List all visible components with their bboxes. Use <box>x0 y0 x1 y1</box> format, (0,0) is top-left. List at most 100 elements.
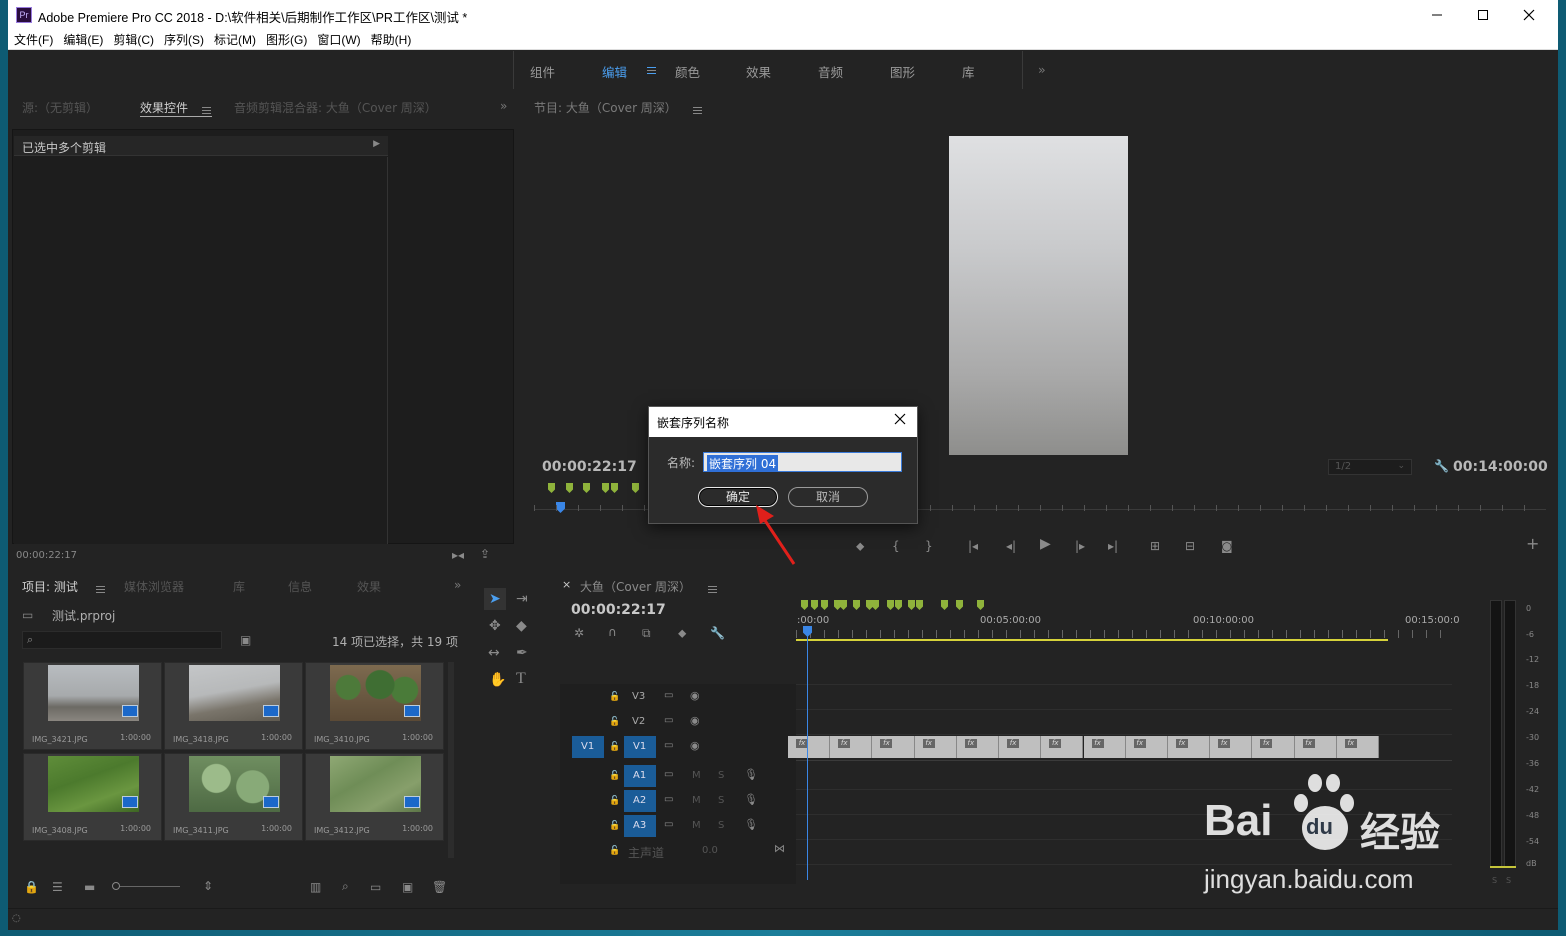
track-target-a2[interactable]: A2 <box>624 790 656 812</box>
timeline-clip[interactable]: fx <box>1336 736 1379 758</box>
mute-button[interactable]: M <box>692 820 701 831</box>
solo-button[interactable]: S <box>718 770 724 781</box>
track-lock-icon[interactable]: 🔓 <box>609 740 620 754</box>
project-item[interactable]: IMG_3411.JPG 1:00:00 <box>164 753 303 841</box>
sequence-marker[interactable] <box>895 600 902 610</box>
mark-out-icon[interactable]: } <box>925 539 933 553</box>
icon-view-icon[interactable]: ▬ <box>84 880 95 894</box>
expand-arrow-icon[interactable]: ▶ <box>373 139 380 149</box>
sequence-marker[interactable] <box>866 600 873 610</box>
marker[interactable] <box>583 483 590 493</box>
menu-help[interactable]: 帮助(H) <box>365 30 416 50</box>
new-bin-icon[interactable]: ▭ <box>370 880 381 894</box>
solo-button[interactable]: S <box>718 795 724 806</box>
microphone-icon[interactable]: 🎙 <box>744 793 758 807</box>
track-target-v1[interactable]: V1 <box>624 736 656 758</box>
workspace-overflow-button[interactable]: » <box>1038 62 1046 77</box>
project-scrollbar[interactable] <box>448 662 454 858</box>
timeline-timecode[interactable]: 00:00:22:17 <box>571 602 666 618</box>
timeline-clip[interactable]: fx <box>999 736 1042 758</box>
add-button-icon[interactable]: + <box>1526 536 1539 552</box>
timeline-clip[interactable]: fx <box>914 736 957 758</box>
tab-effect-controls[interactable]: 效果控件 <box>140 99 188 116</box>
tab-info[interactable]: 信息 <box>288 578 312 595</box>
add-marker-icon[interactable]: ⬥ <box>678 626 686 640</box>
microphone-icon[interactable]: 🎙 <box>744 768 758 782</box>
razor-tool-icon[interactable]: ◆ <box>516 618 527 634</box>
panel-menu-icon[interactable] <box>688 103 702 117</box>
lift-icon[interactable]: ⊞ <box>1150 539 1160 553</box>
workspace-tab-audio[interactable]: 音频 <box>818 62 843 81</box>
tab-source[interactable]: 源:（无剪辑） <box>22 99 98 116</box>
sequence-marker[interactable] <box>840 600 847 610</box>
tab-libraries[interactable]: 库 <box>233 578 245 595</box>
lock-icon[interactable]: 🔒 <box>24 880 39 894</box>
sequence-tab[interactable]: 大鱼（Cover 周深） <box>580 578 691 595</box>
zoom-slider[interactable] <box>114 886 180 887</box>
marker[interactable] <box>548 483 555 493</box>
marker[interactable] <box>602 483 609 493</box>
eye-icon[interactable]: ◉ <box>690 714 700 728</box>
workspace-menu-icon[interactable] <box>642 63 656 77</box>
menu-marker[interactable]: 标记(M) <box>208 30 260 50</box>
track-lock-icon[interactable]: 🔓 <box>609 690 620 704</box>
track-select-tool-icon[interactable]: ⇥ <box>516 591 528 607</box>
program-current-timecode[interactable]: 00:00:22:17 <box>542 459 637 475</box>
go-to-out-icon[interactable]: ▸| <box>1108 539 1118 553</box>
project-item[interactable]: IMG_3412.JPG 1:00:00 <box>305 753 444 841</box>
project-item[interactable]: IMG_3421.JPG 1:00:00 <box>23 662 162 750</box>
play-icon[interactable]: ▶ <box>1040 537 1051 551</box>
mute-button[interactable]: M <box>692 770 701 781</box>
sequence-marker[interactable] <box>801 600 808 610</box>
eye-icon[interactable]: ◉ <box>690 739 700 753</box>
track-label-v3[interactable]: V3 <box>632 691 645 702</box>
menu-edit[interactable]: 编辑(E) <box>57 30 107 50</box>
workspace-tab-editing[interactable]: 编辑 <box>602 62 627 81</box>
tab-project[interactable]: 项目: 测试 <box>22 578 78 595</box>
sequence-marker[interactable] <box>811 600 818 610</box>
track-lock-icon[interactable]: 🔓 <box>609 794 620 808</box>
sort-icon[interactable]: ⇕ <box>203 879 213 893</box>
audio-keyframe-toggle-icon[interactable]: ⋈ <box>774 842 785 856</box>
slip-tool-icon[interactable]: ↔ <box>488 645 500 661</box>
track-lock-icon[interactable]: 🔓 <box>609 715 620 729</box>
sequence-marker[interactable] <box>956 600 963 610</box>
mark-in-icon[interactable]: { <box>892 539 900 553</box>
timeline-settings-wrench-icon[interactable]: 🔧 <box>710 626 725 640</box>
workspace-tab-graphics[interactable]: 图形 <box>890 62 915 81</box>
selection-tool-icon[interactable]: ➤ <box>489 591 501 607</box>
dialog-close-button[interactable] <box>893 412 907 429</box>
resolution-dropdown[interactable]: 1/2 ⌄ <box>1328 459 1412 475</box>
timeline-clip[interactable]: fx <box>1041 736 1084 758</box>
wrench-icon[interactable]: 🔧 <box>1434 459 1449 473</box>
work-area-bar[interactable] <box>796 639 1388 641</box>
sequence-marker[interactable] <box>834 600 841 610</box>
ripple-edit-tool-icon[interactable]: ✥ <box>489 618 501 634</box>
timeline-clip[interactable]: fx <box>872 736 915 758</box>
zoom-slider-handle[interactable] <box>112 882 120 890</box>
workspace-tab-color[interactable]: 颜色 <box>675 62 700 81</box>
timeline-clip[interactable]: fx <box>1167 736 1211 758</box>
sequence-marker[interactable] <box>821 600 828 610</box>
timeline-clip[interactable]: fx <box>1083 736 1126 758</box>
mute-button[interactable]: M <box>692 795 701 806</box>
close-sequence-icon[interactable]: × <box>562 578 571 591</box>
panel-menu-icon[interactable] <box>91 582 105 596</box>
menu-clip[interactable]: 剪辑(C) <box>107 30 158 50</box>
timeline-clip[interactable]: fx <box>788 736 831 758</box>
solo-button[interactable]: S <box>718 820 724 831</box>
project-item[interactable]: IMG_3408.JPG 1:00:00 <box>23 753 162 841</box>
sequence-marker[interactable] <box>908 600 915 610</box>
sequence-marker[interactable] <box>977 600 984 610</box>
master-volume-value[interactable]: 0.0 <box>702 845 718 856</box>
find-icon[interactable]: ⌕ <box>342 879 349 893</box>
trash-icon[interactable]: 🗑 <box>432 880 447 894</box>
source-patch-v1[interactable]: V1 <box>572 736 604 758</box>
hand-tool-icon[interactable]: ✋ <box>489 672 506 688</box>
menu-window[interactable]: 窗口(W) <box>311 30 364 50</box>
sequence-marker[interactable] <box>941 600 948 610</box>
nest-toggle-icon[interactable]: ✲ <box>574 626 584 640</box>
solo-right-button[interactable]: S <box>1506 876 1511 885</box>
timeline-clip[interactable]: fx <box>1125 736 1168 758</box>
type-tool-icon[interactable]: T <box>516 670 526 688</box>
